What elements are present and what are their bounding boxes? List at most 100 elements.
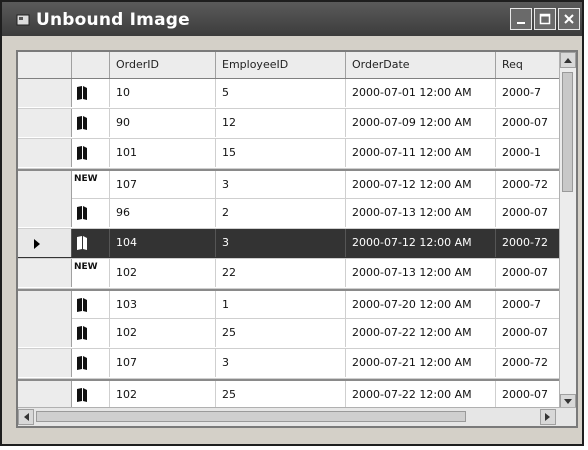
table-row[interactable]: 90 12 2000-07-09 12:00 AM 2000-07 [18, 109, 576, 139]
cell-employeeid[interactable]: 3 [216, 171, 346, 199]
cell-employeeid[interactable]: 12 [216, 109, 346, 137]
row-indicator[interactable] [18, 291, 72, 319]
row-indicator[interactable] [18, 171, 72, 199]
grid-header: OrderID EmployeeID OrderDate Req [18, 52, 576, 79]
scroll-right-button[interactable] [540, 409, 556, 425]
table-row[interactable]: 102 25 2000-07-22 12:00 AM 2000-07 [18, 379, 576, 409]
table-row[interactable]: NEW 107 3 2000-07-12 12:00 AM 2000-72 [18, 169, 576, 199]
cell-image[interactable] [72, 229, 110, 257]
vertical-scroll-thumb[interactable] [562, 72, 573, 192]
column-header-orderdate[interactable]: OrderDate [346, 52, 496, 78]
cell-orderdate[interactable]: 2000-07-13 12:00 AM [346, 199, 496, 227]
book-icon [77, 356, 87, 370]
cell-req[interactable]: 2000-07 [496, 319, 566, 347]
row-indicator[interactable] [18, 381, 72, 409]
minimize-button[interactable] [510, 8, 532, 30]
cell-employeeid[interactable]: 3 [216, 229, 346, 257]
cell-orderdate[interactable]: 2000-07-09 12:00 AM [346, 109, 496, 137]
cell-req[interactable]: 2000-72 [496, 229, 566, 257]
cell-image[interactable] [72, 319, 110, 347]
cell-orderdate[interactable]: 2000-07-12 12:00 AM [346, 171, 496, 199]
cell-employeeid[interactable]: 3 [216, 349, 346, 377]
cell-orderdate[interactable]: 2000-07-11 12:00 AM [346, 139, 496, 167]
cell-orderdate[interactable]: 2000-07-12 12:00 AM [346, 229, 496, 257]
cell-orderid[interactable]: 10 [110, 79, 216, 107]
cell-image[interactable] [72, 79, 110, 107]
cell-orderdate[interactable]: 2000-07-22 12:00 AM [346, 319, 496, 347]
cell-orderdate[interactable]: 2000-07-22 12:00 AM [346, 381, 496, 409]
cell-req[interactable]: 2000-07 [496, 199, 566, 227]
row-indicator[interactable] [18, 109, 72, 137]
app-icon[interactable] [16, 13, 30, 27]
horizontal-scroll-thumb[interactable] [36, 411, 466, 422]
arrow-down-icon [564, 399, 572, 404]
cell-req[interactable]: 2000-7 [496, 79, 566, 107]
header-image-cell[interactable] [72, 52, 110, 78]
cell-orderid[interactable]: 102 [110, 381, 216, 409]
cell-employeeid[interactable]: 15 [216, 139, 346, 167]
cell-req[interactable]: 2000-07 [496, 109, 566, 137]
cell-req[interactable]: 2000-72 [496, 349, 566, 377]
cell-employeeid[interactable]: 2 [216, 199, 346, 227]
cell-orderdate[interactable]: 2000-07-13 12:00 AM [346, 259, 496, 287]
cell-orderid[interactable]: 104 [110, 229, 216, 257]
row-indicator[interactable] [18, 139, 72, 167]
table-row[interactable]: 101 15 2000-07-11 12:00 AM 2000-1 [18, 139, 576, 169]
cell-orderid[interactable]: 101 [110, 139, 216, 167]
row-indicator[interactable] [18, 229, 72, 257]
row-indicator[interactable] [18, 319, 72, 347]
cell-image[interactable]: NEW [72, 259, 110, 287]
cell-image[interactable] [72, 139, 110, 167]
cell-req[interactable]: 2000-7 [496, 291, 566, 319]
column-header-req[interactable]: Req [496, 52, 566, 78]
cell-employeeid[interactable]: 25 [216, 381, 346, 409]
cell-employeeid[interactable]: 22 [216, 259, 346, 287]
table-row[interactable]: 104 3 2000-07-12 12:00 AM 2000-72 [18, 229, 576, 259]
vertical-scrollbar[interactable] [559, 52, 576, 410]
cell-orderid[interactable]: 96 [110, 199, 216, 227]
table-row[interactable]: 103 1 2000-07-20 12:00 AM 2000-7 [18, 289, 576, 319]
cell-orderid[interactable]: 90 [110, 109, 216, 137]
cell-image[interactable]: NEW [72, 171, 110, 199]
cell-req[interactable]: 2000-07 [496, 259, 566, 287]
scroll-up-button[interactable] [560, 52, 576, 68]
header-indicator-cell [18, 52, 72, 78]
cell-orderid[interactable]: 103 [110, 291, 216, 319]
cell-orderid[interactable]: 107 [110, 171, 216, 199]
maximize-icon [539, 13, 551, 25]
maximize-button[interactable] [534, 8, 556, 30]
column-header-employeeid[interactable]: EmployeeID [216, 52, 346, 78]
cell-image[interactable] [72, 381, 110, 409]
cell-image[interactable] [72, 199, 110, 227]
table-row[interactable]: 102 25 2000-07-22 12:00 AM 2000-07 [18, 319, 576, 349]
cell-image[interactable] [72, 291, 110, 319]
cell-orderid[interactable]: 102 [110, 259, 216, 287]
cell-orderdate[interactable]: 2000-07-20 12:00 AM [346, 291, 496, 319]
cell-employeeid[interactable]: 5 [216, 79, 346, 107]
cell-orderid[interactable]: 107 [110, 349, 216, 377]
cell-image[interactable] [72, 109, 110, 137]
table-row[interactable]: NEW 102 22 2000-07-13 12:00 AM 2000-07 [18, 259, 576, 289]
cell-employeeid[interactable]: 25 [216, 319, 346, 347]
row-indicator[interactable] [18, 349, 72, 377]
column-header-orderid[interactable]: OrderID [110, 52, 216, 78]
cell-req[interactable]: 2000-07 [496, 381, 566, 409]
cell-orderdate[interactable]: 2000-07-01 12:00 AM [346, 79, 496, 107]
scroll-left-button[interactable] [18, 409, 34, 425]
cell-orderid[interactable]: 102 [110, 319, 216, 347]
cell-req[interactable]: 2000-1 [496, 139, 566, 167]
cell-employeeid[interactable]: 1 [216, 291, 346, 319]
row-indicator[interactable] [18, 79, 72, 107]
row-indicator[interactable] [18, 259, 72, 287]
title-bar[interactable]: Unbound Image [2, 2, 582, 36]
cell-image[interactable] [72, 349, 110, 377]
close-button[interactable] [558, 8, 580, 30]
horizontal-scrollbar[interactable] [18, 407, 576, 426]
cell-req[interactable]: 2000-72 [496, 171, 566, 199]
table-row[interactable]: 107 3 2000-07-21 12:00 AM 2000-72 [18, 349, 576, 379]
table-row[interactable]: 96 2 2000-07-13 12:00 AM 2000-07 [18, 199, 576, 229]
cell-orderdate[interactable]: 2000-07-21 12:00 AM [346, 349, 496, 377]
window-title: Unbound Image [36, 10, 190, 30]
table-row[interactable]: 10 5 2000-07-01 12:00 AM 2000-7 [18, 79, 576, 109]
row-indicator[interactable] [18, 199, 72, 227]
